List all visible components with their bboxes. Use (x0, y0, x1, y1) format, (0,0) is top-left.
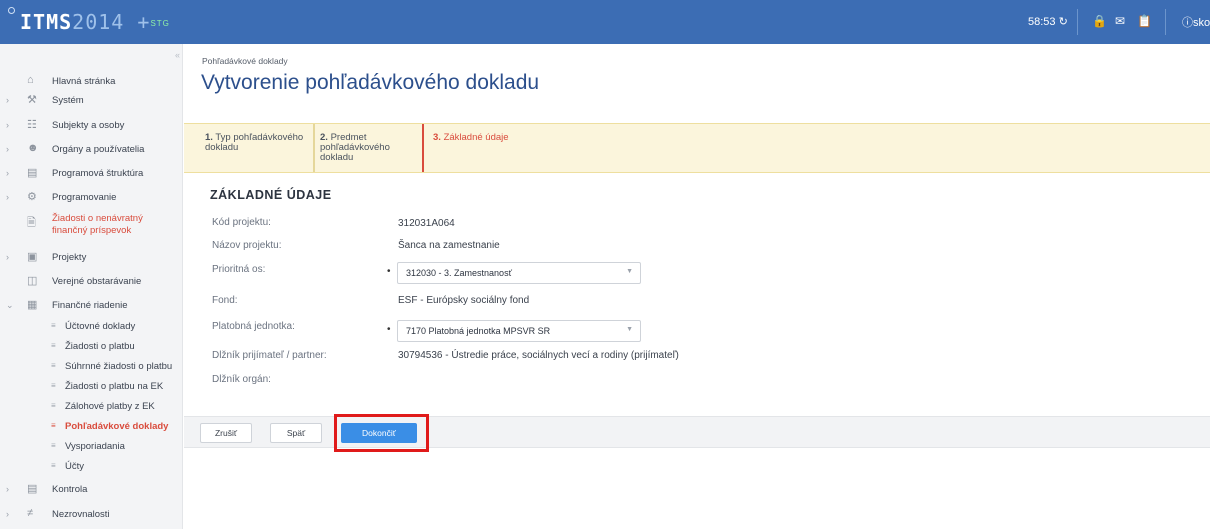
breadcrumb[interactable]: Pohľadávkové doklady (202, 56, 288, 66)
required-marker: • (387, 266, 391, 277)
sidebar-subitem-accounts[interactable]: ≡ Účty (0, 457, 183, 477)
chevron-down-icon: ⌄ (6, 300, 14, 310)
logo-circle-icon (8, 7, 15, 14)
cancel-button[interactable]: Zrušiť (200, 423, 252, 443)
step-3-current: 3. Základné údaje (433, 132, 509, 143)
gear-icon: ⚙ (27, 191, 37, 203)
lock-icon[interactable]: 🔒 (1092, 14, 1107, 28)
field-label-priority-axis: Prioritná os: (212, 264, 266, 275)
sidebar-item-organs[interactable]: › ☻ Orgány a používatelia (0, 139, 183, 163)
field-label-project-name: Názov projektu: (212, 240, 282, 251)
sidebar-subitem-payment-requests[interactable]: ≡ Žiadosti o platbu (0, 337, 183, 357)
session-timer: 58:53 ↻ (1028, 16, 1068, 28)
field-value-project-code: 312031A064 (398, 218, 455, 229)
checklist-icon: ▤ (27, 483, 38, 495)
sidebar-item-procurement[interactable]: ◫ Verejné obstarávanie (0, 271, 183, 295)
briefcase-icon: ◫ (27, 275, 38, 287)
field-value-fund: ESF - Európsky sociálny fond (398, 295, 530, 306)
field-label-paying-unit: Platobná jednotka: (212, 321, 295, 332)
sidebar-subitem-accounting-docs[interactable]: ≡ Účtovné doklady (0, 317, 183, 337)
chevron-right-icon: › (6, 484, 9, 494)
people-icon: ☷ (27, 119, 37, 131)
top-bar: ITMS2014 +STG 58:53 ↻ 🔒 ✉ 📋 ⓘskol (0, 0, 1210, 44)
section-title: ZÁKLADNÉ ÚDAJE (210, 188, 332, 202)
sidebar-item-program-structure[interactable]: › ▤ Programová štruktúra (0, 163, 183, 187)
sidebar-subitem-settlements[interactable]: ≡ Vysporiadania (0, 437, 183, 457)
wrench-icon: ⚒ (27, 94, 37, 106)
page-title: Vytvorenie pohľadávkového dokladu (201, 71, 540, 94)
sidebar-item-finance[interactable]: ⌄ ▦ Finančné riadenie (0, 295, 183, 319)
user-icon: ⓘ (1182, 17, 1193, 29)
chevron-right-icon: › (6, 168, 9, 178)
refresh-icon[interactable]: ↻ (1059, 16, 1068, 28)
field-value-debtor-beneficiary: 30794536 - Ústredie práce, sociálnych ve… (398, 350, 679, 361)
chevron-right-icon: › (6, 95, 9, 105)
sidebar-item-system[interactable]: › ⚒ Systém (0, 90, 183, 114)
main-content: Pohľadávkové doklady Vytvorenie pohľadáv… (184, 44, 1210, 529)
home-icon: ⌂ (27, 74, 34, 86)
sidebar-subitem-payment-requests-ek[interactable]: ≡ Žiadosti o platbu na EK (0, 377, 183, 397)
field-value-project-name: Šanca na zamestnanie (398, 240, 500, 251)
sidebar-item-control[interactable]: › ▤ Kontrola (0, 479, 183, 503)
clipboard-icon[interactable]: 📋 (1137, 14, 1152, 28)
paying-unit-select[interactable]: 7170 Platobná jednotka MPSVR SR ▼ (397, 320, 641, 342)
sidebar-subitem-receivable-docs[interactable]: ≡ Pohľadávkové doklady (0, 417, 183, 437)
field-label-project-code: Kód projektu: (212, 217, 271, 228)
document-icon: 🗎 (27, 217, 36, 229)
sidebar-subitem-advance-payments[interactable]: ≡ Zálohové platby z EK (0, 397, 183, 417)
sidebar-item-irregularities[interactable]: › ≠ Nezrovnalosti (0, 504, 183, 528)
finance-icon: ▦ (27, 299, 38, 311)
chevron-right-icon: › (6, 144, 9, 154)
sidebar: « ⌂ Hlavná stránka › ⚒ Systém › ☷ Subjek… (0, 44, 183, 529)
divider (1077, 9, 1078, 35)
chevron-right-icon: › (6, 192, 9, 202)
chevron-right-icon: › (6, 120, 9, 130)
app-logo[interactable]: ITMS2014 +STG (20, 10, 170, 34)
field-label-fund: Fond: (212, 295, 238, 306)
required-marker: • (387, 324, 391, 335)
highlight-box (334, 414, 429, 452)
divider (1165, 9, 1166, 35)
sidebar-item-grant-applications[interactable]: 🗎 Žiadosti o nenávratný finančný príspev… (0, 211, 183, 241)
user-menu[interactable]: ⓘskol (1182, 14, 1210, 30)
not-equal-icon: ≠ (27, 507, 34, 519)
sidebar-item-projects[interactable]: › ▣ Projekty (0, 247, 183, 271)
chevron-right-icon: › (6, 509, 9, 519)
chevron-down-icon: ▼ (626, 326, 633, 333)
sidebar-item-programming[interactable]: › ⚙ Programovanie (0, 187, 183, 211)
step-1[interactable]: 1. Typ pohľadávkového dokladu (205, 133, 305, 153)
sidebar-item-subjects[interactable]: › ☷ Subjekty a osoby (0, 115, 183, 139)
structure-icon: ▤ (27, 167, 38, 179)
priority-axis-select[interactable]: 312030 - 3. Zamestnanosť ▼ (397, 262, 641, 284)
field-label-debtor-beneficiary: Dlžník prijímateľ / partner: (212, 350, 327, 361)
back-button[interactable]: Späť (270, 423, 322, 443)
sidebar-subitem-summary-payment-requests[interactable]: ≡ Súhrnné žiadosti o platbu (0, 357, 183, 377)
chevron-down-icon: ▼ (626, 268, 633, 275)
collapse-icon[interactable]: « (175, 50, 180, 60)
users-icon: ☻ (27, 142, 39, 154)
step-2[interactable]: 2. Predmet pohľadávkového dokladu (320, 133, 416, 163)
mail-icon[interactable]: ✉ (1115, 14, 1125, 28)
folder-icon: ▣ (27, 251, 38, 263)
field-label-debtor-organ: Dlžník orgán: (212, 374, 271, 385)
chevron-right-icon: › (6, 252, 9, 262)
wizard-steps: 1. Typ pohľadávkového dokladu 2. Predmet… (184, 123, 1210, 173)
